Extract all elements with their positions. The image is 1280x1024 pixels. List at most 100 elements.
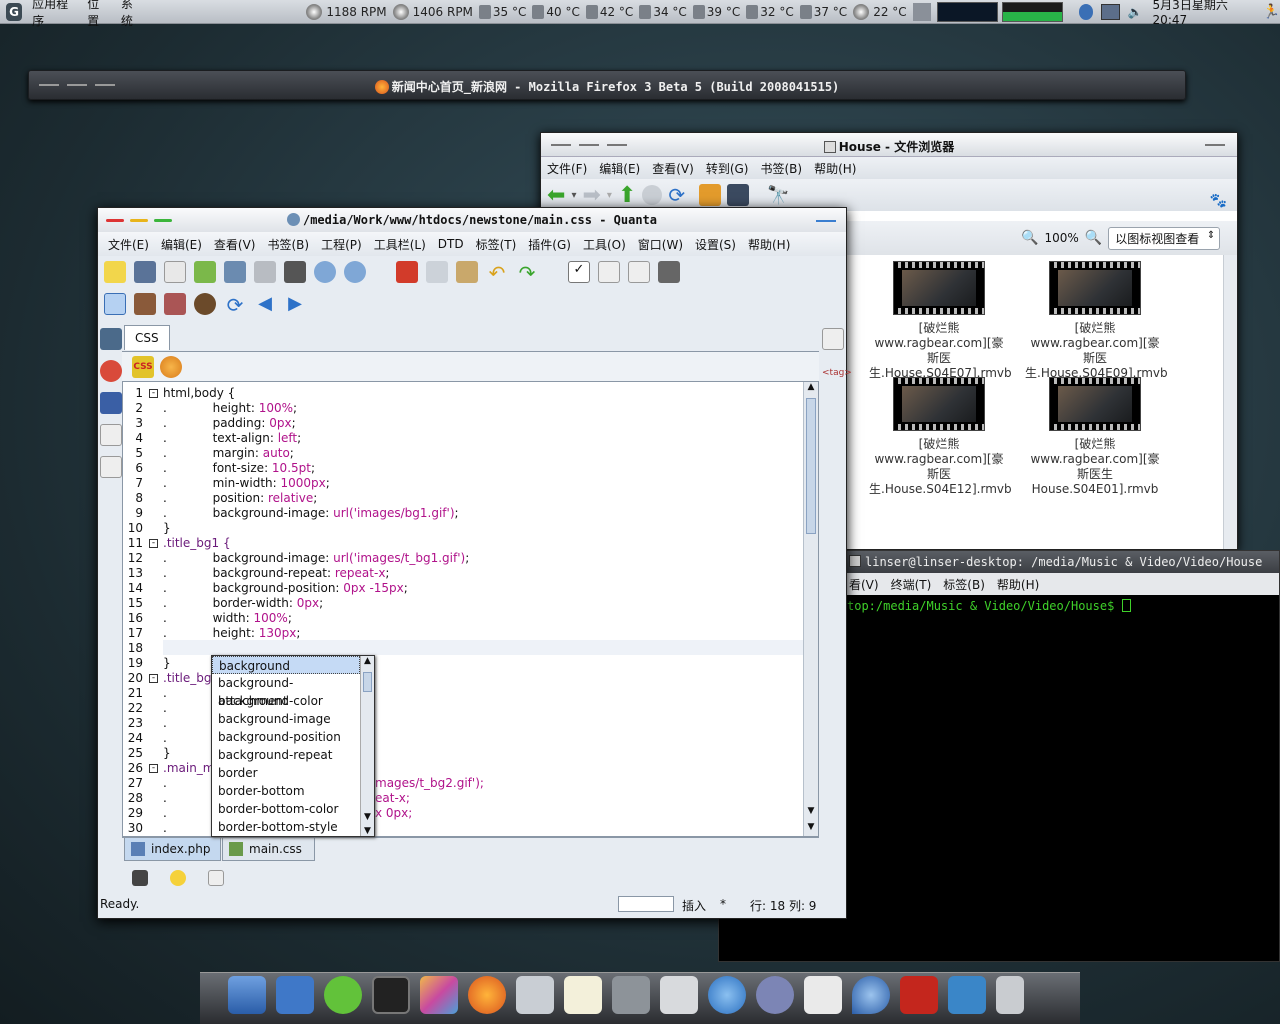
scroll-down-arrow-icon[interactable]: ▼ (361, 812, 374, 822)
checkbox-icon[interactable]: ✓ (568, 261, 590, 283)
pinwheel-icon[interactable] (420, 976, 458, 1014)
term-menu-terminal[interactable]: 终端(T) (885, 576, 938, 593)
fold-toggle-icon[interactable]: - (149, 674, 158, 683)
fb-menu-view[interactable]: 查看(V) (646, 160, 700, 177)
volume-icon[interactable]: 🔈 (1128, 5, 1143, 19)
find-binoculars-icon[interactable] (284, 261, 306, 283)
download-icon[interactable] (194, 261, 216, 283)
document-icon[interactable] (804, 976, 842, 1014)
source-view-icon[interactable] (104, 293, 126, 315)
files-tree-icon[interactable] (100, 328, 122, 350)
vpl-view-icon[interactable] (164, 293, 186, 315)
page-icon[interactable] (628, 261, 650, 283)
paste-icon[interactable] (456, 261, 478, 283)
fb-menu-help[interactable]: 帮助(H) (808, 160, 862, 177)
q-menu-toolbars[interactable]: 工具栏(L) (368, 236, 432, 253)
xsl-icon[interactable] (658, 261, 680, 283)
editor-scrollbar[interactable]: ▲ ▼ ▼ (803, 382, 818, 836)
scroll-thumb[interactable] (363, 672, 372, 692)
logout-run-icon[interactable]: 🏃 (1263, 4, 1280, 20)
file-item[interactable]: [破烂熊www.ragbear.com][豪斯医生.House.S04E12].… (869, 377, 1012, 497)
desktop-grid-icon[interactable] (228, 976, 266, 1014)
q-menu-settings[interactable]: 设置(S) (689, 236, 742, 253)
color-palette-icon[interactable] (160, 356, 182, 378)
zoom-out-icon[interactable]: 🔍 (1021, 230, 1038, 246)
tag-button[interactable]: <tag> (822, 368, 852, 378)
popup-scrollbar[interactable]: ▲ ▼ ▼ (360, 656, 374, 836)
scroll-end-arrow-icon[interactable]: ▼ (361, 826, 374, 836)
copy-icon[interactable] (426, 261, 448, 283)
reload-icon[interactable]: ⟳ (668, 183, 685, 207)
scroll-end-arrow-icon[interactable]: ▼ (804, 822, 818, 836)
fb-menu-edit[interactable]: 编辑(E) (593, 160, 646, 177)
places-menu[interactable]: 位置 (81, 0, 115, 29)
terminal-icon[interactable] (372, 976, 410, 1014)
firefox-icon[interactable] (468, 976, 506, 1014)
calculator-icon[interactable] (612, 976, 650, 1014)
system-monitor-icon[interactable] (948, 976, 986, 1014)
eye-icon[interactable] (194, 293, 216, 315)
preview-icon[interactable] (134, 293, 156, 315)
tab-css[interactable]: CSS (124, 325, 170, 350)
zoom-in-icon[interactable] (314, 261, 336, 283)
ipod-icon[interactable] (660, 976, 698, 1014)
autocomplete-item[interactable]: background-attachment (212, 674, 360, 708)
back-arrow-icon[interactable]: ⬅ (547, 183, 565, 208)
file-item[interactable]: [破烂熊www.ragbear.com][豪斯医生House.S04E01].r… (1025, 377, 1165, 497)
clock[interactable]: 5月3日星期六 20:47 (1147, 0, 1261, 27)
fb-menu-file[interactable]: 文件(F) (541, 160, 593, 177)
autocomplete-item[interactable]: background (212, 656, 360, 674)
project-icon[interactable] (100, 360, 122, 382)
css-icon[interactable]: CSS (132, 356, 154, 378)
database-icon[interactable] (324, 976, 362, 1014)
autocomplete-item[interactable]: border-bottom-color (212, 800, 360, 818)
redo-icon[interactable]: ↷ (516, 261, 538, 285)
autocomplete-item[interactable]: background-color (212, 692, 360, 710)
system-menu[interactable]: 系统 (115, 0, 149, 29)
document-icon[interactable] (822, 328, 844, 350)
scroll-down-arrow-icon[interactable]: ▼ (804, 806, 818, 820)
file-list-scrollbar[interactable] (1223, 255, 1237, 549)
new-file-icon[interactable] (104, 261, 126, 283)
autocomplete-item[interactable]: border-bottom (212, 782, 360, 800)
text-editor-icon[interactable] (564, 976, 602, 1014)
fb-menu-go[interactable]: 转到(G) (700, 160, 755, 177)
network-graph[interactable] (1001, 1, 1064, 22)
cpu-graph[interactable] (936, 1, 998, 22)
q-menu-tools[interactable]: 工具(O) (577, 236, 632, 253)
applications-menu[interactable]: 应用程序 (26, 0, 81, 29)
water-drop-icon[interactable] (1079, 3, 1094, 20)
file-item[interactable]: [破烂熊www.ragbear.com][豪斯医生.House.S04E09].… (1025, 261, 1168, 381)
gnome-foot-icon[interactable]: G (6, 2, 23, 21)
term-menu-help[interactable]: 帮助(H) (991, 576, 1045, 593)
computer-icon[interactable] (727, 184, 750, 206)
q-menu-project[interactable]: 工程(P) (315, 236, 368, 253)
forward-arrow-icon[interactable]: ▶ (284, 293, 306, 315)
cut-scissors-icon[interactable] (396, 261, 418, 283)
view-mode-select[interactable]: 以图标视图查看 ⇕ (1108, 226, 1221, 250)
zoom-out-icon[interactable] (344, 261, 366, 283)
window-menu-button[interactable] (1205, 144, 1225, 146)
q-menu-window[interactable]: 窗口(W) (632, 236, 689, 253)
templates-icon[interactable] (100, 392, 122, 414)
php-icon[interactable] (756, 976, 794, 1014)
document-icon[interactable] (164, 261, 186, 283)
save-all-icon[interactable] (224, 261, 246, 283)
search-binoculars-icon[interactable]: 🔭 (767, 185, 789, 206)
web-search-icon[interactable] (708, 976, 746, 1014)
undo-icon[interactable]: ↶ (486, 261, 508, 285)
q-menu-file[interactable]: 文件(E) (102, 236, 155, 253)
document-structure-icon[interactable] (100, 424, 122, 446)
cpu-freq-icon[interactable] (912, 2, 931, 21)
page-icon[interactable] (598, 261, 620, 283)
term-menu-view[interactable]: 看(V) (843, 576, 885, 593)
autocomplete-item[interactable]: background-image (212, 710, 360, 728)
scroll-up-arrow-icon[interactable]: ▲ (804, 382, 818, 396)
network-computer-icon[interactable] (516, 976, 554, 1014)
forward-arrow-icon[interactable]: ➡ (582, 183, 600, 208)
tab-main-css[interactable]: main.css (222, 838, 315, 861)
back-arrow-icon[interactable]: ◀ (254, 293, 276, 315)
firefox-window-titlebar[interactable]: 新闻中心首页_新浪网 - Mozilla Firefox 3 Beta 5 (B… (28, 70, 1186, 100)
home-folder-icon[interactable] (699, 184, 722, 206)
autocomplete-popup[interactable]: background background-attachment backgroun… (211, 655, 375, 837)
